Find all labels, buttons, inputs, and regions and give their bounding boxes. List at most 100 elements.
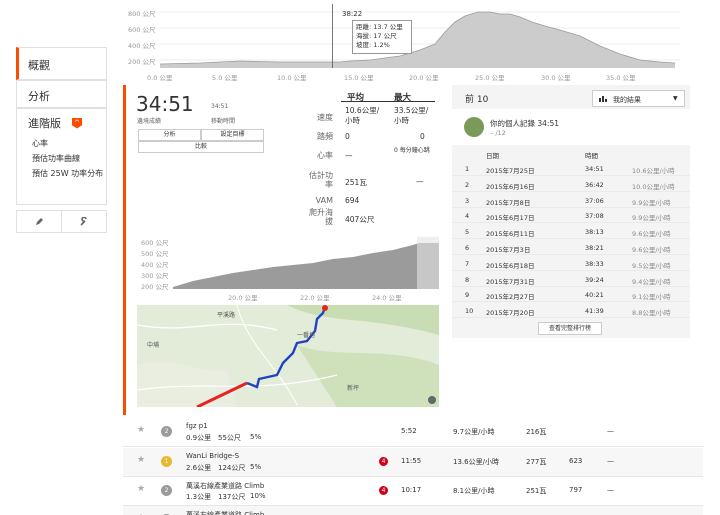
row-time: 36:42 [585,180,604,189]
tooltip-time: 38:22 [342,10,363,18]
segment-row[interactable]: ★ 2 fgz p1 0.9公里 55公尺 5% 5:52 9.7公里/小時 216瓦 — [123,418,703,447]
row-date[interactable]: 2015年6月18日 [486,260,534,270]
sidebar-item-label: 分析 [28,90,50,103]
set-goal-button[interactable]: 設定目標 [201,129,264,141]
map-label: 平溪路 [217,312,236,319]
leaderboard-row[interactable]: 10 2015年7月20日 41:39 8.8公里/小時 [452,303,690,319]
row-date[interactable]: 2015年6月16日 [486,181,534,191]
row-rank: 1 [465,165,470,173]
segment-grade: 5% [250,463,262,471]
segment-speed: 8.1公里/小時 [453,487,495,495]
col-time: 時間 [585,152,598,160]
pr-sub: – /12 [490,129,506,137]
row-speed: 8.8公里/小時 [632,309,671,318]
segment-row[interactable]: ★ 1 WanLi Bridge-S 2.6公里 124公尺 5% 11:55 13.6公里/… [123,448,703,477]
row-time: 38:13 [585,228,604,237]
segment-time: 5:52 [401,427,417,435]
y-tick: 200 公尺 [141,283,169,291]
row-time: 37:08 [585,212,604,221]
segment-distance: 0.9公里 [186,434,212,442]
x-tick: 5.0 公里 [212,74,238,82]
row-time: 41:39 [585,307,604,316]
leaderboard-row[interactable]: 3 2015年7月8日 37:06 9.9公里/小時 [452,193,690,208]
stat-max: 0 每分鐘心跳 [394,147,430,154]
segment-row[interactable]: ★2萬溪右線產業道路 Climb5:5611.3公里/小時8674 [123,506,703,515]
elevation-area [160,4,680,68]
map-label: 一番地 [297,332,316,339]
segment-row[interactable]: ★ 2 萬溪右線產業道路 Climb 1.3公里 137公尺 10% 10:17 8.1公里/… [123,477,703,506]
segment-grade: 5% [250,433,262,441]
leaderboard-row[interactable]: 4 2015年6月17日 37:08 9.9公里/小時 [452,208,690,224]
leaderboard-row[interactable]: 1 2015年7月25日 34:51 10.6公里/小時 [452,161,690,176]
climb-category-badge: 4 [379,486,388,495]
row-speed: 10.0公里/小時 [632,182,675,191]
row-rank: 9 [465,291,470,300]
pr-title: 你的個人記錄 34:51 [490,119,559,128]
results-dropdown[interactable]: 我的結果 ▼ [592,90,685,107]
leaderboard-row[interactable]: 7 2015年6月18日 38:33 9.5公里/小時 [452,256,690,271]
stat-avg: — [345,151,353,160]
personal-record: 你的個人記錄 34:51 – /12 [452,109,690,145]
leaderboard-row[interactable]: 9 2015年2月27日 40:21 9.1公里/小時 [452,287,690,303]
row-date[interactable]: 2015年6月17日 [486,212,534,222]
row-date[interactable]: 2015年6月11日 [486,228,534,238]
sidebar-item-analysis[interactable]: 分析 [16,80,107,108]
segment-name[interactable]: 萬溪右線產業道路 Climb [186,510,264,515]
moving-time: 34:51 [211,103,229,110]
tools-button[interactable] [62,211,106,232]
star-icon[interactable]: ★ [137,484,145,494]
chart-tooltip: 距離: 13.7 公里 海拔: 17 公尺 坡度: 1.2% [352,20,412,54]
row-rank: 7 [465,259,470,268]
segment-vam: 797 [569,486,583,494]
medal-icon: 2 [161,485,172,496]
segment-name[interactable]: 萬溪右線產業道路 Climb [186,481,264,491]
row-rank: 3 [465,196,470,205]
tooltip-elevation: 海拔: 17 公尺 [356,32,397,40]
segment-name[interactable]: fgz p1 [186,422,208,430]
sidebar-subitem-heartrate[interactable]: 心率 [32,139,106,149]
star-icon[interactable]: ★ [137,425,145,435]
segment-elevation: 137公尺 [218,493,246,501]
sidebar-subitem-power-distribution[interactable]: 預估 25W 功率分布 [32,169,112,179]
segment-distance: 2.6公里 [186,464,212,472]
leaderboard-row[interactable]: 8 2015年7月31日 39:24 9.4公里/小時 [452,272,690,287]
edit-button[interactable] [17,211,62,232]
row-date[interactable]: 2015年7月31日 [486,276,534,286]
x-tick: 22.0 公里 [300,294,330,302]
see-full-leaderboard-button[interactable]: 查看完整排行榜 [538,322,602,335]
row-date[interactable]: 2015年7月3日 [486,244,530,254]
premium-badge-icon: ^ [72,117,82,129]
row-speed: 9.5公里/小時 [632,261,671,270]
stat-avg: 0 [345,132,350,141]
x-tick: 35.0 公里 [606,74,636,82]
segment-power: 216瓦 [526,428,547,436]
sidebar-item-advanced[interactable]: 進階版 ^ [28,115,106,131]
stat-label: 爬升海拔 [309,208,333,226]
pencil-icon [36,217,43,225]
x-tick: 10.0 公里 [277,74,307,82]
x-tick: 0.0 公里 [147,74,173,82]
row-date[interactable]: 2015年7月8日 [486,197,530,207]
leaderboard-row[interactable]: 5 2015年6月11日 38:13 9.6公里/小時 [452,224,690,240]
sidebar-subitem-power-curve[interactable]: 預估功率曲線 [32,154,106,164]
row-date[interactable]: 2015年2月27日 [486,291,534,301]
sidebar-item-overview[interactable]: 概觀 [16,47,107,80]
leaderboard-row[interactable]: 2 2015年6月16日 36:42 10.0公里/小時 [452,177,690,192]
stat-max: 33.5公里/小時 [394,106,429,125]
leaderboard-title: 前 10 [465,95,489,105]
elevation-profile-chart[interactable]: 800 公尺 600 公尺 400 公尺 200 公尺 38:22 距離: 13… [122,0,682,82]
segment-map[interactable]: 平溪路 中埔 新坪 一番地 [137,305,439,407]
row-date[interactable]: 2015年7月25日 [486,165,534,175]
row-rank: 4 [465,212,470,221]
row-date[interactable]: 2015年7月20日 [486,307,534,317]
segment-name[interactable]: WanLi Bridge-S [186,452,239,460]
star-icon[interactable]: ★ [137,455,145,465]
x-tick: 30.0 公里 [541,74,571,82]
wrench-icon [80,216,87,226]
compare-button[interactable]: 比較 [138,141,264,153]
segment-grade: 10% [250,492,266,500]
stat-avg: 694 [345,196,360,205]
analysis-button[interactable]: 分析 [138,129,201,141]
leaderboard-row[interactable]: 6 2015年7月3日 38:21 9.6公里/小時 [452,240,690,255]
col-date: 日期 [486,152,499,160]
